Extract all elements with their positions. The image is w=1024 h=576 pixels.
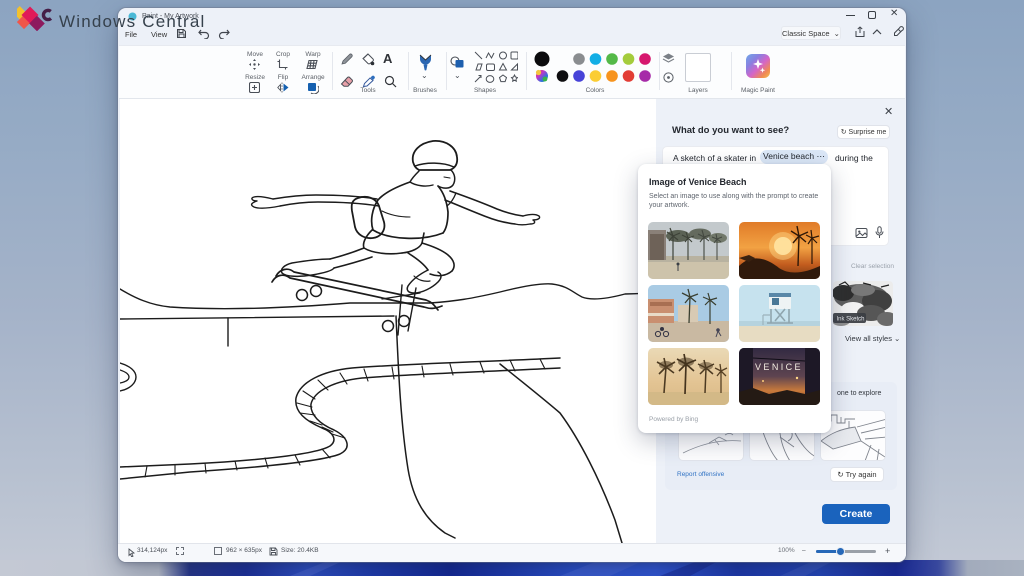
svg-text:Ink Sketch: Ink Sketch	[837, 317, 865, 323]
svg-text:VENICE: VENICE	[755, 362, 803, 372]
